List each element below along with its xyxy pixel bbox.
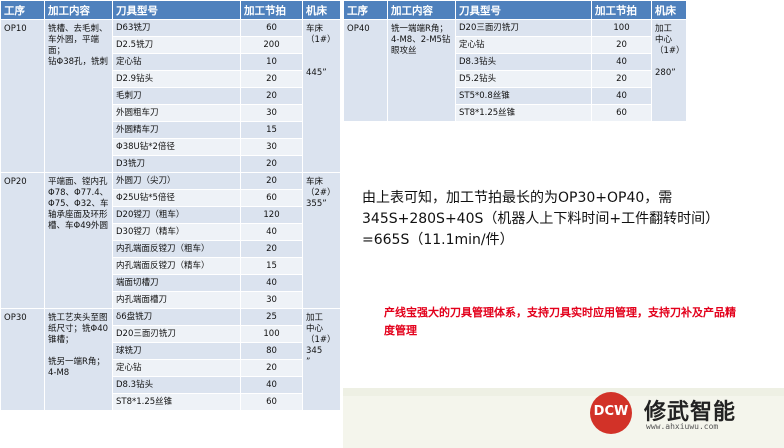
beat-cell: 40 <box>240 223 303 241</box>
company-logo: DCW 修武智能 www.ahxiuwu.com <box>578 386 778 440</box>
table-row: OP40 铣一端端R角； 4-M8、2-M5钻眼攻丝 D20三面刃铣刀 100 加工 中… <box>343 19 687 122</box>
process-table-right: 工序 加工内容 刀具型号 加工节拍 机床 OP40 铣一端端R角； 4-M8、2-… <box>343 0 687 122</box>
tool-cell: D20三面刃铣刀 <box>112 325 241 343</box>
highlight-text: 产线宝强大的刀具管理体系，支持刀具实时应用管理，支持刀补及产品精度管理 <box>384 306 736 337</box>
content-cell: 铣工艺夹头至图纸尺寸；铣Φ40锥槽； 铣另一端R角； 4-M8 <box>44 308 113 411</box>
content-cell: 铣槽、去毛刺、车外圆，平端面； 钻Φ38孔，铣刺 <box>44 19 113 173</box>
beat-cell: 15 <box>240 257 303 275</box>
tool-cell: D2.5铣刀 <box>112 36 241 54</box>
beat-cell: 40 <box>240 274 303 292</box>
header-row: 工序 加工内容 刀具型号 加工节拍 机床 <box>343 0 687 20</box>
tool-cell: D20镗刀（粗车） <box>112 206 241 224</box>
tool-cell: 外圆粗车刀 <box>112 104 241 122</box>
tool-cell: 定心钻 <box>455 36 592 54</box>
beat-cell: 60 <box>240 19 303 37</box>
beat-cell: 10 <box>240 53 303 71</box>
header-beat: 加工节拍 <box>240 0 303 20</box>
header-content: 加工内容 <box>387 0 456 20</box>
beat-cell: 60 <box>240 189 303 207</box>
op-cell: OP10 <box>0 19 45 173</box>
tool-cell: 外圆刀（尖刀） <box>112 172 241 190</box>
table-row: OP30 铣工艺夹头至图纸尺寸；铣Φ40锥槽； 铣另一端R角； 4-M8 δ6盘铣刀… <box>0 308 341 411</box>
beat-cell: 20 <box>591 70 652 88</box>
tool-cell: D20三面刃铣刀 <box>455 19 592 37</box>
beat-cell: 20 <box>240 240 303 258</box>
beat-cell: 30 <box>240 138 303 156</box>
tool-cell: 内孔端面反镗刀（粗车） <box>112 240 241 258</box>
table-row: OP10 铣槽、去毛刺、车外圆，平端面； 钻Φ38孔，铣刺 D63铣刀 60 车床 （1… <box>0 19 341 173</box>
beat-cell: 20 <box>240 87 303 105</box>
tool-cell: D5.2钻头 <box>455 70 592 88</box>
header-tool: 刀具型号 <box>455 0 592 20</box>
tool-cell: 毛刺刀 <box>112 87 241 105</box>
tool-cell: 内孔端面反镗刀（精车） <box>112 257 241 275</box>
tool-cell: D8.3钻头 <box>112 376 241 394</box>
table-body: OP10 铣槽、去毛刺、车外圆，平端面； 钻Φ38孔，铣刺 D63铣刀 60 车床 （1… <box>0 19 341 411</box>
beat-cell: 60 <box>240 393 303 411</box>
beat-cell: 100 <box>591 19 652 37</box>
beat-cell: 80 <box>240 342 303 360</box>
beat-cell: 15 <box>240 121 303 139</box>
process-table-left: 工序 加工内容 刀具型号 加工节拍 机床 OP10 铣槽、去毛刺、车外圆，平端面；… <box>0 0 341 411</box>
header-tool: 刀具型号 <box>112 0 241 20</box>
beat-cell: 25 <box>240 308 303 326</box>
summary-text: 由上表可知，加工节拍最长的为OP30+OP40，需345S+280S+40S（机… <box>362 190 720 248</box>
logo-mark: DCW <box>593 404 629 419</box>
op-cell: OP40 <box>343 19 388 122</box>
beat-cell: 20 <box>591 36 652 54</box>
content-cell: 铣一端端R角； 4-M8、2-M5钻眼攻丝 <box>387 19 456 122</box>
tool-cell: D2.9钻头 <box>112 70 241 88</box>
op-cell: OP30 <box>0 308 45 411</box>
header-machine: 机床 <box>302 0 341 20</box>
tool-cell: Φ38U钻*2倍径 <box>112 138 241 156</box>
tool-cell: 端面切槽刀 <box>112 274 241 292</box>
beat-cell: 40 <box>591 53 652 71</box>
tool-cell: 外圆精车刀 <box>112 121 241 139</box>
tool-cell: ST5*0.8丝锥 <box>455 87 592 105</box>
header-op: 工序 <box>343 0 388 20</box>
beat-cell: 40 <box>240 376 303 394</box>
beat-cell: 20 <box>240 172 303 190</box>
tool-cell: ST8*1.25丝锥 <box>455 104 592 122</box>
machine-cell: 车床 （2#） 355” <box>302 172 341 309</box>
tool-cell: 内孔端面槽刀 <box>112 291 241 309</box>
beat-cell: 120 <box>240 206 303 224</box>
header-content: 加工内容 <box>44 0 113 20</box>
beat-cell: 20 <box>240 359 303 377</box>
tool-cell: D8.3钻头 <box>455 53 592 71</box>
tool-cell: Φ25U钻*5倍径 <box>112 189 241 207</box>
machine-cell: 加工 中心 （1#） 345 ” <box>302 308 341 411</box>
table-row: OP20 平端面、镗内孔Φ78、Φ77.4、Φ75、Φ32、车轴承座面及环形槽、车… <box>0 172 341 309</box>
tool-cell: 定心钻 <box>112 359 241 377</box>
beat-cell: 20 <box>240 70 303 88</box>
tool-cell: D30镗刀（精车） <box>112 223 241 241</box>
logo-url: www.ahxiuwu.com <box>646 422 719 431</box>
beat-cell: 30 <box>240 104 303 122</box>
tool-cell: 定心钻 <box>112 53 241 71</box>
slide: { "headers": {"op": "工序", "content": "加工… <box>0 0 784 448</box>
beat-cell: 60 <box>591 104 652 122</box>
beat-cell: 100 <box>240 325 303 343</box>
beat-cell: 40 <box>591 87 652 105</box>
content-cell: 平端面、镗内孔Φ78、Φ77.4、Φ75、Φ32、车轴承座面及环形槽、车Φ49外… <box>44 172 113 309</box>
machine-cell: 车床 （1#） 445” <box>302 19 341 173</box>
tool-cell: ST8*1.25丝锥 <box>112 393 241 411</box>
header-machine: 机床 <box>651 0 687 20</box>
op-cell: OP20 <box>0 172 45 309</box>
beat-cell: 20 <box>240 155 303 173</box>
tool-cell: 球铣刀 <box>112 342 241 360</box>
header-row: 工序 加工内容 刀具型号 加工节拍 机床 <box>0 0 341 20</box>
tool-cell: δ6盘铣刀 <box>112 308 241 326</box>
beat-cell: 200 <box>240 36 303 54</box>
beat-cell: 30 <box>240 291 303 309</box>
tool-cell: D3铣刀 <box>112 155 241 173</box>
header-beat: 加工节拍 <box>591 0 652 20</box>
tool-cell: D63铣刀 <box>112 19 241 37</box>
machine-cell: 加工 中心 （1#） 280” <box>651 19 687 122</box>
header-op: 工序 <box>0 0 45 20</box>
table-body: OP40 铣一端端R角； 4-M8、2-M5钻眼攻丝 D20三面刃铣刀 100 加工 中… <box>343 19 687 122</box>
